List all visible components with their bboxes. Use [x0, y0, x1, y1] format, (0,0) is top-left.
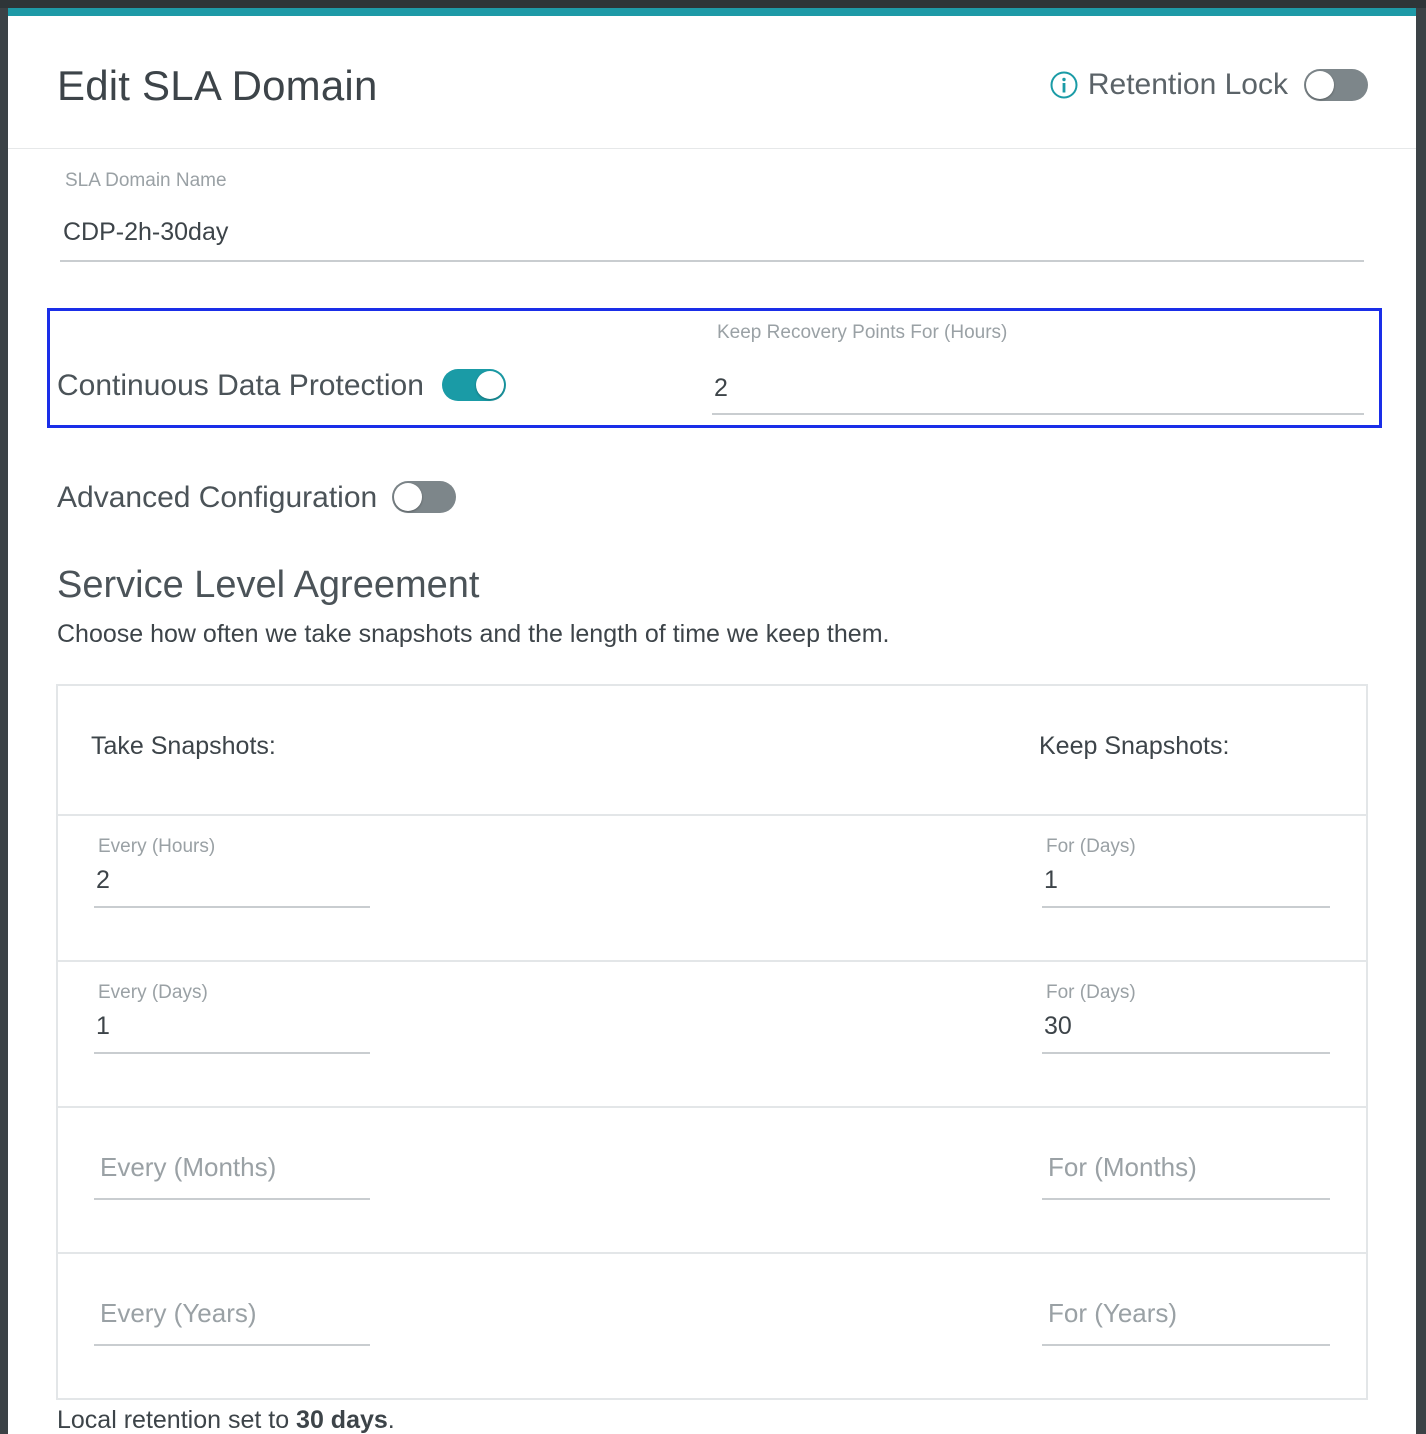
retention-note-prefix: Local retention set to [57, 1406, 297, 1434]
retention-note-suffix: . [387, 1406, 395, 1434]
page-title: Edit SLA Domain [57, 62, 378, 109]
every-days-input[interactable]: Every (Days) 1 [94, 982, 370, 1054]
edit-sla-modal: Edit SLA Domain Retention Lock SLA Domai… [8, 8, 1416, 1434]
cdp-toggle[interactable] [442, 369, 506, 401]
table-row: Every (Hours) 2 For (Days) 1 [58, 814, 1366, 960]
toggle-knob [1306, 71, 1334, 99]
every-days-label: Every (Days) [98, 982, 208, 1003]
keep-recovery-label: Keep Recovery Points For (Hours) [717, 322, 1008, 343]
every-hours-label: Every (Hours) [98, 836, 216, 857]
for-days-label: For (Days) [1046, 836, 1136, 857]
for-days-label: For (Days) [1046, 982, 1136, 1003]
for-days-value: 30 [1044, 1012, 1072, 1040]
backdrop [0, 0, 1426, 8]
take-snapshots-header: Take Snapshots: [91, 732, 276, 760]
retention-lock: Retention Lock [1050, 68, 1368, 102]
sla-name-input[interactable]: CDP-2h-30day [60, 208, 1364, 262]
for-days-input[interactable]: For (Days) 1 [1042, 836, 1330, 908]
table-row: Every (Days) 1 For (Days) 30 [58, 960, 1366, 1106]
keep-recovery-value: 2 [714, 374, 728, 402]
sla-name-label: SLA Domain Name [65, 170, 227, 191]
every-years-input[interactable]: Every (Years) [94, 1274, 370, 1346]
retention-lock-label: Retention Lock [1087, 68, 1288, 101]
every-hours-value: 2 [96, 866, 110, 894]
for-years-placeholder: For (Years) [1048, 1298, 1178, 1328]
retention-lock-toggle[interactable] [1304, 69, 1368, 101]
modal-header: Edit SLA Domain Retention Lock [8, 16, 1416, 149]
every-days-value: 1 [96, 1012, 110, 1040]
toggle-knob [394, 483, 422, 511]
every-months-placeholder: Every (Months) [100, 1152, 277, 1182]
sla-section-title: Service Level Agreement [57, 564, 480, 606]
toggle-knob [476, 371, 504, 399]
info-icon[interactable] [1050, 71, 1078, 99]
sla-name-value: CDP-2h-30day [63, 218, 229, 246]
for-months-placeholder: For (Months) [1048, 1152, 1197, 1182]
for-days-input[interactable]: For (Days) 30 [1042, 982, 1330, 1054]
table-row: Every (Years) For (Years) [58, 1252, 1366, 1398]
every-months-input[interactable]: Every (Months) [94, 1128, 370, 1200]
keep-snapshots-header: Keep Snapshots: [1039, 732, 1230, 760]
advanced-config-label: Advanced Configuration [57, 481, 378, 514]
snapshot-schedule-table: Take Snapshots: Keep Snapshots: Every (H… [56, 684, 1368, 1400]
every-years-placeholder: Every (Years) [100, 1298, 257, 1328]
retention-note-value: 30 days [296, 1406, 388, 1434]
for-years-input[interactable]: For (Years) [1042, 1274, 1330, 1346]
every-hours-input[interactable]: Every (Hours) 2 [94, 836, 370, 908]
advanced-config-toggle[interactable] [392, 481, 456, 513]
keep-recovery-input[interactable]: 2 [712, 360, 1364, 415]
local-retention-note: Local retention set to 30 days. [57, 1406, 395, 1434]
for-days-value: 1 [1044, 866, 1058, 894]
table-row: Every (Months) For (Months) [58, 1106, 1366, 1252]
for-months-input[interactable]: For (Months) [1042, 1128, 1330, 1200]
cdp-label: Continuous Data Protection [57, 369, 424, 402]
sla-description: Choose how often we take snapshots and t… [57, 620, 890, 648]
